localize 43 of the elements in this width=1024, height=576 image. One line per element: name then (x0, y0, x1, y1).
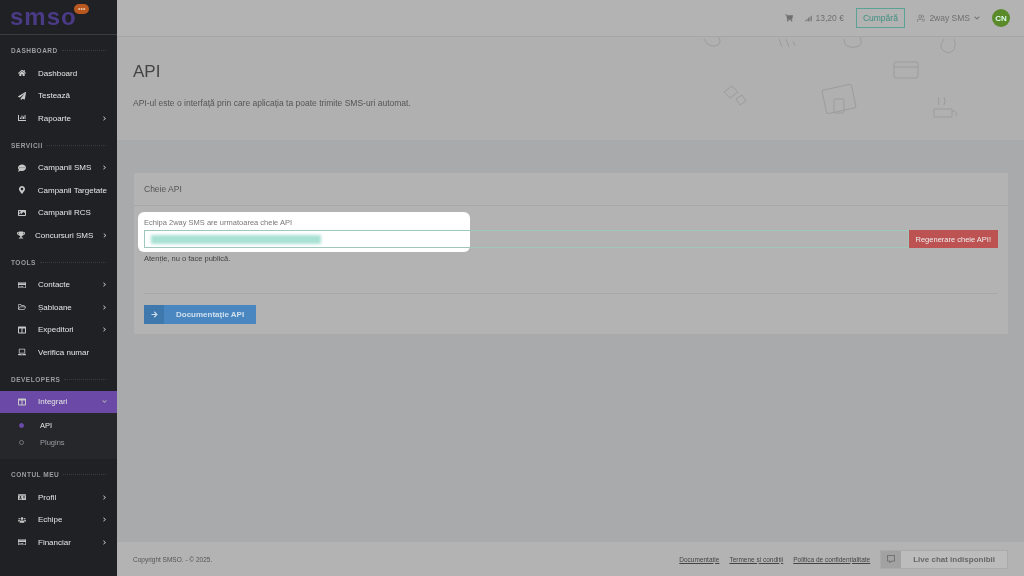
home-icon (16, 69, 28, 78)
sidebar-item[interactable]: Contacte (0, 273, 117, 296)
bar-chart-icon (16, 114, 28, 123)
sidebar-item[interactable]: Integrari (0, 390, 117, 413)
sidebar-item[interactable]: Concursuri SMS (0, 224, 117, 247)
sidebar-item[interactable]: Echipe (0, 508, 117, 531)
sidebar-item[interactable]: Verifica numar (0, 341, 117, 364)
balance: 13,20 € (815, 13, 844, 23)
paper-plane-icon (16, 91, 28, 100)
chat-icon (881, 550, 902, 568)
folder-icon (16, 303, 28, 312)
sidebar-item[interactable]: Campanii RCS (0, 201, 117, 224)
sidebar-item[interactable]: Rapoarte (0, 107, 117, 130)
sidebar-item[interactable]: Șabloane (0, 296, 117, 319)
signal-icon (804, 14, 812, 22)
page-title: API (133, 62, 162, 82)
logo: smso (10, 3, 77, 31)
laptop-icon (16, 348, 28, 357)
users-icon (16, 515, 28, 524)
api-key-field[interactable] (144, 230, 909, 248)
trophy-icon (16, 231, 25, 240)
cart-icon[interactable] (784, 14, 793, 22)
users-icon (916, 13, 926, 23)
arrow-right-icon (144, 305, 164, 324)
layout-icon (16, 325, 28, 334)
layout-icon (16, 397, 28, 406)
sidebar-item[interactable]: Campanii SMS (0, 156, 117, 179)
map-pin-icon (16, 186, 28, 195)
page-subtitle: API-ul este o interfață prin care aplicația ta poate trimite SMS-uri automat. (133, 98, 412, 108)
id-card-icon (16, 493, 28, 502)
card-icon (16, 280, 28, 289)
image-icon (16, 208, 28, 217)
chevron-down-icon (974, 15, 980, 21)
card-title: Cheie API (144, 184, 182, 194)
card-icon (16, 538, 28, 547)
sidebar-item[interactable]: Testează (0, 84, 117, 107)
sidebar-item[interactable]: Profil (0, 486, 117, 509)
sidebar-item[interactable]: Expeditori (0, 318, 117, 341)
sidebar-item[interactable]: Financiar (0, 531, 117, 554)
sidebar-item[interactable]: Campanii Targetate (0, 179, 117, 202)
chat-bubble-icon (16, 163, 28, 172)
sidebar-item[interactable]: Dashboard (0, 62, 117, 85)
avatar[interactable]: CN (992, 9, 1010, 27)
